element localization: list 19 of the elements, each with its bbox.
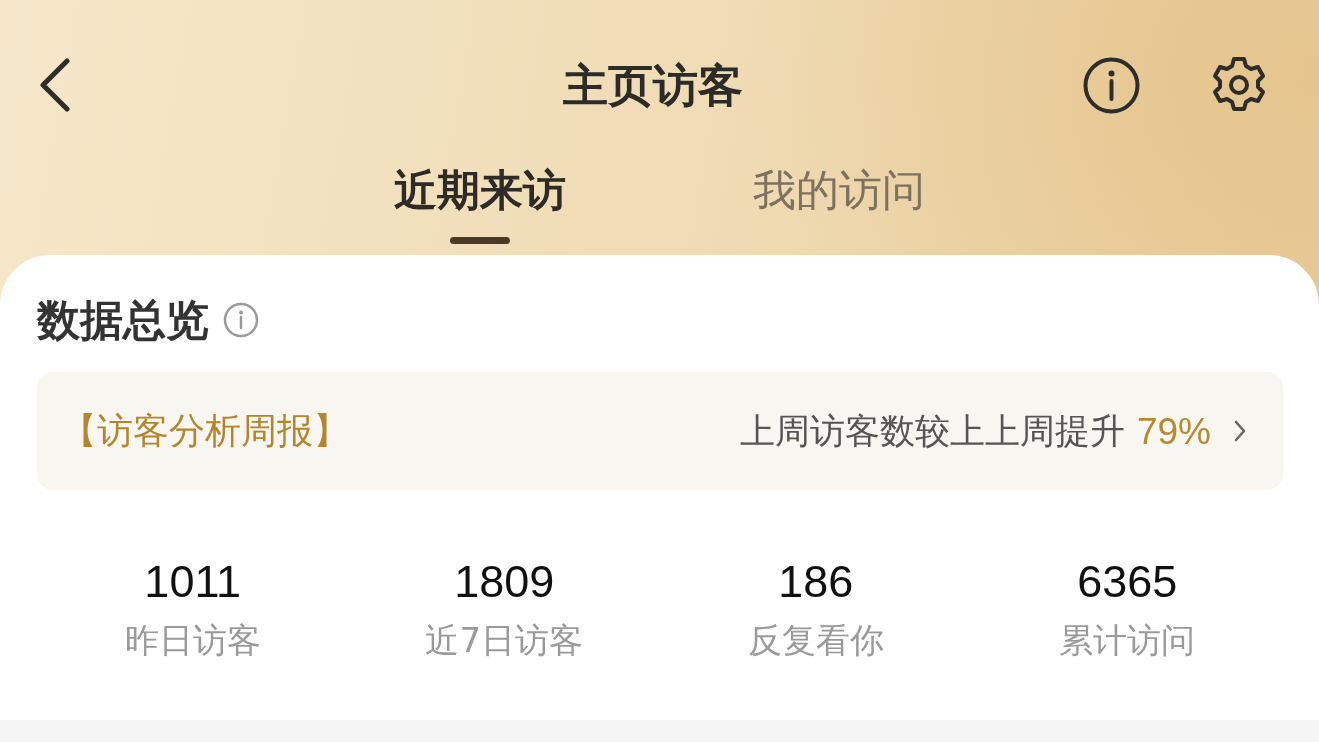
back-icon[interactable] (38, 58, 71, 112)
chevron-right-icon (1233, 419, 1247, 443)
section-title: 数据总览 (37, 298, 209, 342)
stat-label: 昨日访客 (124, 619, 261, 662)
settings-icon[interactable] (1210, 56, 1268, 114)
report-tag: 【访客分析周报】 (61, 413, 349, 449)
weekly-report-banner[interactable]: 【访客分析周报】 上周访客数较上上周提升 79% (37, 372, 1283, 490)
stat-label: 累计访问 (1059, 619, 1196, 662)
info-icon[interactable] (1083, 56, 1140, 114)
stat-value: 6365 (1077, 555, 1178, 609)
stat-value: 1809 (454, 555, 555, 609)
change-percentage: 79% (1136, 412, 1211, 450)
stat-label: 反复看你 (747, 619, 884, 662)
tab[interactable]: 近期来访 (394, 160, 566, 244)
stat-value: 1011 (144, 555, 242, 609)
page-title: 主页访客 (563, 62, 743, 108)
stat-label: 近7日访客 (425, 619, 584, 662)
stat-value: 186 (778, 555, 854, 609)
report-summary: 上周访客数较上上周提升 (739, 413, 1125, 449)
